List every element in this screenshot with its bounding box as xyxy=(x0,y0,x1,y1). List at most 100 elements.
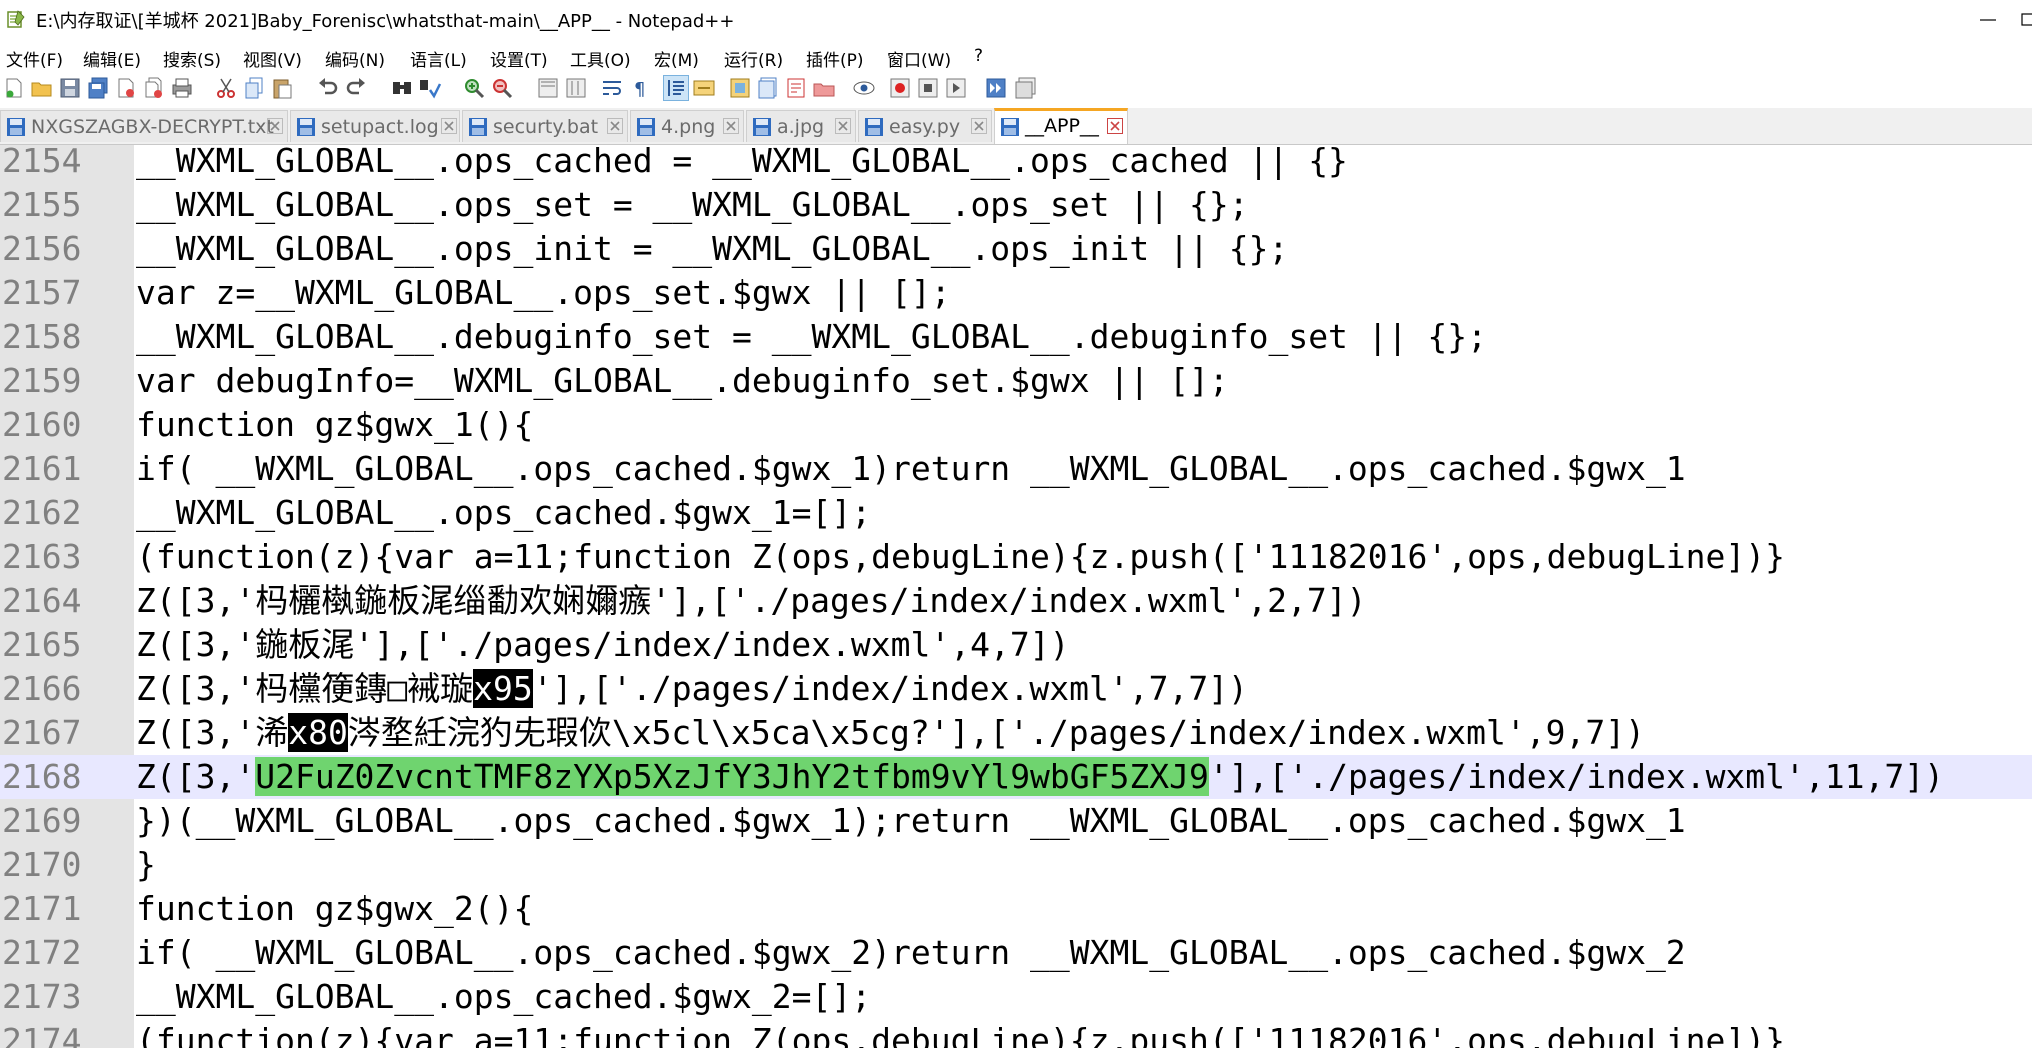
tab-close-icon[interactable] xyxy=(607,118,623,134)
language-udl-button[interactable] xyxy=(692,76,716,100)
tab-a-jpg[interactable]: a.jpg xyxy=(746,110,856,142)
code-line[interactable]: 2171 function gz$gwx_2(){ xyxy=(0,887,2032,931)
menu-macro[interactable]: 宏(M) xyxy=(654,46,699,71)
code-line[interactable]: 2154 __WXML_GLOBAL__.ops_cached = __WXML_… xyxy=(0,145,2032,183)
menu-tools[interactable]: 工具(O) xyxy=(570,46,631,71)
code-line[interactable]: 2161 if( __WXML_GLOBAL__.ops_cached.$gwx_… xyxy=(0,447,2032,491)
macro-save-icon xyxy=(1015,77,1036,99)
word-wrap-button[interactable] xyxy=(600,76,624,100)
macro-record-button[interactable] xyxy=(888,76,912,100)
print-button[interactable] xyxy=(170,76,194,100)
code-line[interactable]: 2157 var z=__WXML_GLOBAL__.ops_set.$gwx |… xyxy=(0,271,2032,315)
tab-easy-py[interactable]: easy.py xyxy=(858,110,992,142)
code-line[interactable]: 2174 (function(z){var a=11;function Z(ops… xyxy=(0,1019,2032,1048)
menu-view[interactable]: 视图(V) xyxy=(243,46,302,71)
code-line[interactable]: 2164 Z([3,'杩欐槸鍦板浘缁勫欢娴嬭瘯'],['./pages/index… xyxy=(0,579,2032,623)
code-segment: Z([3,'浠 xyxy=(136,713,289,752)
tab-app-active[interactable]: __APP__ xyxy=(994,108,1128,144)
toolbar: ¶ xyxy=(0,72,2032,106)
macro-play-button[interactable] xyxy=(944,76,968,100)
menu-language[interactable]: 语言(L) xyxy=(410,46,467,71)
menu-edit[interactable]: 编辑(E) xyxy=(83,46,141,71)
tab-setupact-log[interactable]: setupact.log xyxy=(290,110,460,142)
save-button[interactable] xyxy=(58,76,82,100)
tab-close-icon[interactable] xyxy=(1107,118,1123,134)
sync-horizontal-button[interactable] xyxy=(564,76,588,100)
code-line[interactable]: 2155 __WXML_GLOBAL__.ops_set = __WXML_GLO… xyxy=(0,183,2032,227)
copy-button[interactable] xyxy=(242,76,266,100)
folder-as-workspace-button[interactable] xyxy=(784,76,808,100)
zoom-in-icon xyxy=(465,79,485,99)
save-all-icon xyxy=(88,77,108,99)
current-line[interactable]: 2168 Z([3,'U2FuZ0ZvcntTMF8zYXp5XzJfY3JhY2… xyxy=(0,755,2032,799)
code-line[interactable]: 2170} xyxy=(0,843,2032,887)
close-all-button[interactable] xyxy=(142,76,166,100)
tab-close-icon[interactable] xyxy=(835,118,851,134)
menu-window[interactable]: 窗口(W) xyxy=(887,46,951,71)
paste-button[interactable] xyxy=(270,76,294,100)
code-line[interactable]: 2160 function gz$gwx_1(){ xyxy=(0,403,2032,447)
tab-4-png[interactable]: 4.png xyxy=(630,110,744,142)
code-line[interactable]: 2173 __WXML_GLOBAL__.ops_cached.$gwx_2=[]… xyxy=(0,975,2032,1019)
sync-vertical-button[interactable] xyxy=(536,76,560,100)
project-panel-button[interactable] xyxy=(812,76,836,100)
macro-stop-button[interactable] xyxy=(916,76,940,100)
menu-help[interactable]: ? xyxy=(974,46,983,66)
menu-run[interactable]: 运行(R) xyxy=(724,46,783,71)
code-line[interactable]: 2162 __WXML_GLOBAL__.ops_cached.$gwx_1=[]… xyxy=(0,491,2032,535)
monitoring-button[interactable] xyxy=(852,76,876,100)
minimize-button[interactable] xyxy=(1958,0,2018,40)
menu-settings[interactable]: 设置(T) xyxy=(490,46,548,71)
code-line[interactable]: 2165 Z([3,'鍦板浘'],['./pages/index/index.wx… xyxy=(0,623,2032,667)
code-text: __WXML_GLOBAL__.ops_cached.$gwx_1=[]; xyxy=(136,491,871,535)
show-all-chars-icon: ¶ xyxy=(634,79,645,100)
tab-close-icon[interactable] xyxy=(441,118,457,134)
code-line[interactable]: 2156 __WXML_GLOBAL__.ops_init = __WXML_GL… xyxy=(0,227,2032,271)
document-tab-bar: NXGSZAGBX-DECRYPT.txt setupact.log secur… xyxy=(0,108,2032,145)
save-all-button[interactable] xyxy=(86,76,110,100)
menu-encoding[interactable]: 编码(N) xyxy=(325,46,385,71)
menu-search[interactable]: 搜索(S) xyxy=(163,46,221,71)
code-segment: 涔堥紝浣犳兂瑕佽\x5cl\x5ca\x5cg?'],['./pages/ind… xyxy=(347,713,1645,752)
function-list-button[interactable] xyxy=(756,76,780,100)
maximize-button[interactable] xyxy=(2012,0,2032,40)
saved-file-icon xyxy=(865,118,883,136)
sync-horizontal-icon xyxy=(566,78,586,98)
code-line[interactable]: 2159 var debugInfo=__WXML_GLOBAL__.debugi… xyxy=(0,359,2032,403)
code-line[interactable]: 2166 Z([3,'杩欓箯鏄□裓璇x95'],['./pages/index/i… xyxy=(0,667,2032,711)
code-text: Z([3,'浠x80涔堥紝浣犳兂瑕佽\x5cl\x5ca\x5cg?'],['.… xyxy=(136,711,1645,755)
indent-guide-button[interactable] xyxy=(663,75,689,101)
menu-plugins[interactable]: 插件(P) xyxy=(806,46,864,71)
macro-run-multiple-button[interactable] xyxy=(984,76,1008,100)
find-button[interactable] xyxy=(390,76,414,100)
saved-file-icon xyxy=(469,118,487,136)
save-icon xyxy=(60,78,80,98)
tab-close-icon[interactable] xyxy=(971,118,987,134)
tab-securty-bat[interactable]: securty.bat xyxy=(462,110,628,142)
zoom-out-button[interactable] xyxy=(490,76,514,100)
new-file-button[interactable] xyxy=(2,76,26,100)
cut-button[interactable] xyxy=(214,76,238,100)
show-all-chars-button[interactable]: ¶ xyxy=(628,76,652,100)
tab-nxgszagbx-decrypt[interactable]: NXGSZAGBX-DECRYPT.txt xyxy=(0,110,288,142)
language-udl-icon xyxy=(693,80,715,96)
code-line[interactable]: 2158 __WXML_GLOBAL__.debuginfo_set = __WX… xyxy=(0,315,2032,359)
zoom-in-button[interactable] xyxy=(462,76,486,100)
code-line[interactable]: 2172 if( __WXML_GLOBAL__.ops_cached.$gwx_… xyxy=(0,931,2032,975)
undo-button[interactable] xyxy=(316,76,340,100)
doc-map-button[interactable] xyxy=(728,76,752,100)
code-line[interactable]: 2167 Z([3,'浠x80涔堥紝浣犳兂瑕佽\x5cl\x5ca\x5cg?']… xyxy=(0,711,2032,755)
open-file-button[interactable] xyxy=(30,76,54,100)
code-line[interactable]: 2163 (function(z){var a=11;function Z(ops… xyxy=(0,535,2032,579)
close-button[interactable] xyxy=(114,76,138,100)
code-text: function gz$gwx_2(){ xyxy=(136,887,533,931)
code-line[interactable]: 2169})(__WXML_GLOBAL__.ops_cached.$gwx_1… xyxy=(0,799,2032,843)
replace-button[interactable] xyxy=(418,76,442,100)
tab-close-icon[interactable] xyxy=(267,118,283,134)
code-editor[interactable]: 2154 __WXML_GLOBAL__.ops_cached = __WXML_… xyxy=(0,145,2032,1048)
menu-file[interactable]: 文件(F) xyxy=(6,46,63,71)
redo-button[interactable] xyxy=(344,76,368,100)
line-number: 2169 xyxy=(2,801,82,840)
tab-close-icon[interactable] xyxy=(723,118,739,134)
macro-save-button[interactable] xyxy=(1014,76,1038,100)
